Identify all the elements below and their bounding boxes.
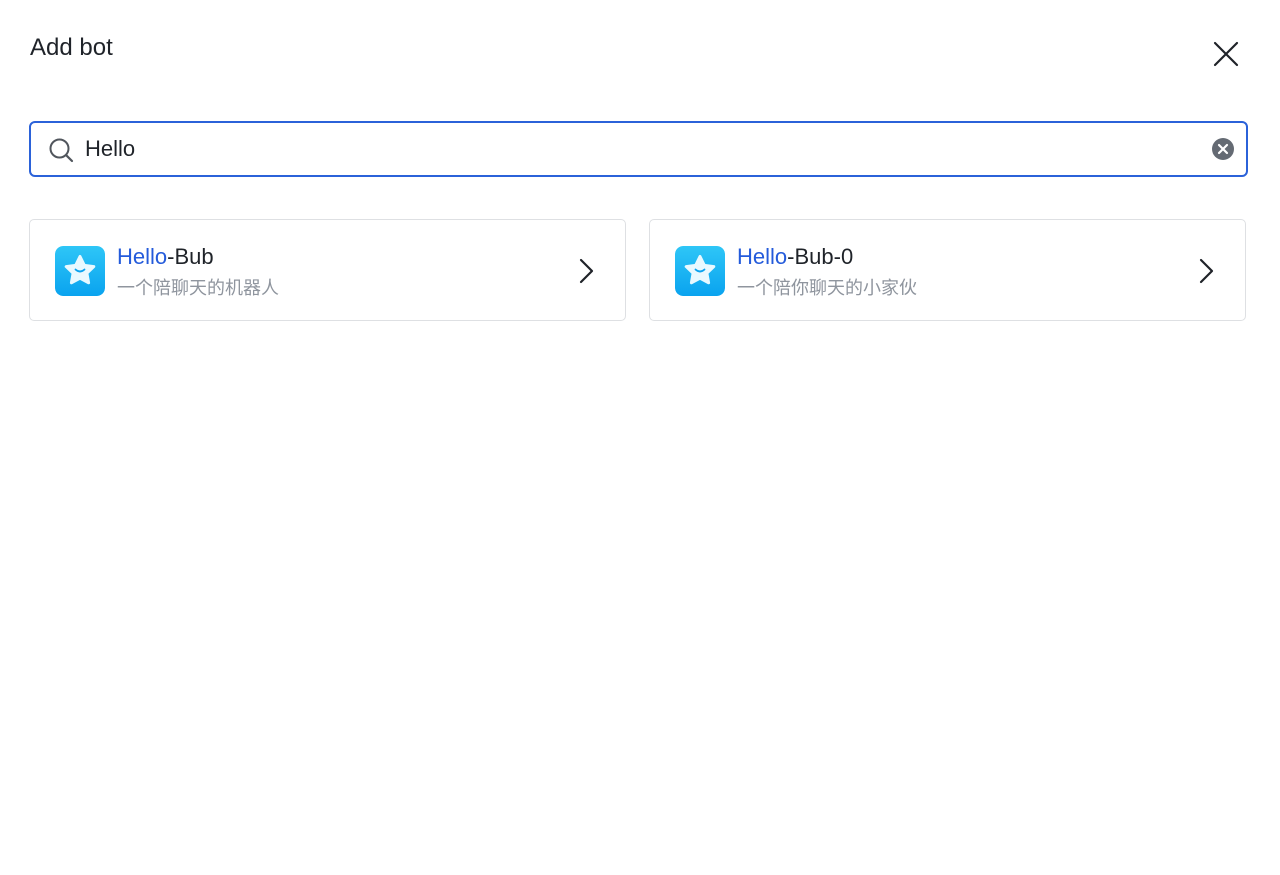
bot-description: 一个陪聊天的机器人: [117, 278, 279, 298]
star-avatar-icon: [675, 246, 725, 296]
dialog-title: Add bot: [30, 34, 113, 61]
clear-search-icon[interactable]: [1211, 137, 1235, 161]
bot-avatar: [55, 246, 105, 296]
bot-name: Hello-Bub-0: [737, 242, 853, 272]
add-bot-dialog: Add bot Hello Hello-Bub 一个陪聊天的机器人 Hello-…: [0, 0, 1280, 875]
bot-name: Hello-Bub: [117, 242, 214, 272]
close-icon: [1213, 41, 1239, 67]
bot-results-list: Hello-Bub 一个陪聊天的机器人 Hello-Bub-0 一个陪你聊天的小…: [29, 219, 1247, 322]
chevron-right-icon: [579, 258, 594, 284]
search-icon: [49, 138, 74, 163]
star-avatar-icon: [55, 246, 105, 296]
bot-name-highlight: Hello: [117, 244, 168, 269]
close-button[interactable]: [1208, 36, 1244, 72]
bot-description: 一个陪你聊天的小家伙: [737, 278, 917, 298]
bot-avatar: [675, 246, 725, 296]
chevron-right-icon: [1199, 258, 1214, 284]
bot-name-rest: -Bub: [167, 244, 214, 269]
search-box[interactable]: [29, 121, 1248, 177]
search-input[interactable]: [85, 123, 1185, 175]
bot-result-card[interactable]: Hello-Bub-0 一个陪你聊天的小家伙: [649, 219, 1246, 321]
bot-name-rest: -Bub-0: [787, 244, 854, 269]
bot-result-card[interactable]: Hello-Bub 一个陪聊天的机器人: [29, 219, 626, 321]
bot-name-highlight: Hello: [737, 244, 788, 269]
